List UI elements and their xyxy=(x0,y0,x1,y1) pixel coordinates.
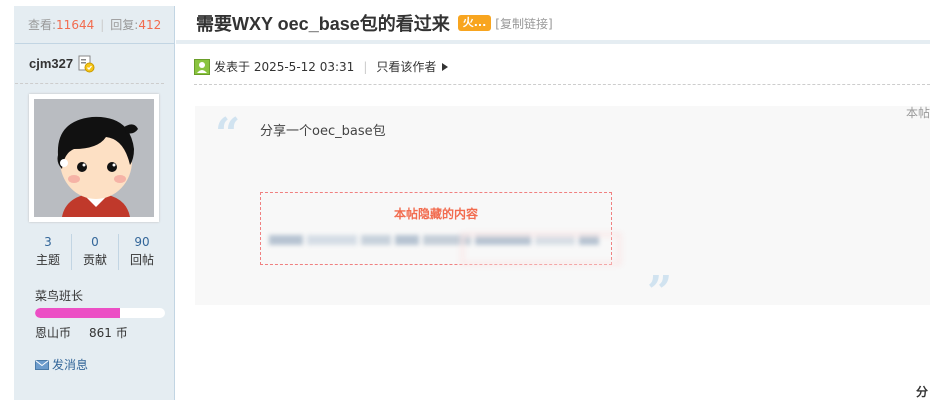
stat-value: 3 xyxy=(44,235,52,249)
stat-label: 回帖 xyxy=(129,253,154,267)
coin-value: 861 币 xyxy=(89,326,128,340)
views-count: 11644 xyxy=(56,17,95,32)
replies-label: 回复: xyxy=(110,18,139,32)
post-meta: 发表于 2025-5-12 03:31 | 只看该作者 xyxy=(194,58,449,75)
post-column: 需要WXY oec_base包的看过来 火... [复制链接] 发表于 2025… xyxy=(176,6,930,400)
stat-replies[interactable]: 90 回帖 xyxy=(118,234,165,270)
rank-progress-fill xyxy=(35,308,120,318)
username-link[interactable]: cjm327 xyxy=(29,56,73,71)
post-timestamp: 发表于 2025-5-12 03:31 xyxy=(214,60,355,74)
verified-badge-icon[interactable] xyxy=(77,55,95,73)
send-message-label: 发消息 xyxy=(52,358,89,372)
post-text: 分享一个oec_base包 xyxy=(260,124,386,139)
thread-title-row: 需要WXY oec_base包的看过来 火... [复制链接] xyxy=(176,6,930,44)
stat-value: 90 xyxy=(134,235,150,249)
rank-progress-bar xyxy=(35,308,165,318)
user-stat-grid: 3 主题 0 贡献 90 回帖 xyxy=(25,234,165,270)
stat-label: 主题 xyxy=(35,253,60,267)
share-label[interactable]: 分 xyxy=(916,383,928,400)
blurred-highlight xyxy=(461,233,621,265)
stats-divider: | xyxy=(100,17,105,32)
open-quote-icon: “ xyxy=(215,109,241,160)
coin-label: 恩山币 xyxy=(35,326,72,340)
caret-right-icon xyxy=(442,62,449,71)
meta-separator-line xyxy=(194,84,930,85)
views-label: 查看: xyxy=(28,18,57,32)
user-sidebar: 查看: 11644 | 回复: 412 cjm327 3 主题 0 贡献 90 … xyxy=(14,6,175,400)
close-quote-icon: ” xyxy=(647,267,673,318)
stat-value: 0 xyxy=(91,235,99,249)
online-status-icon xyxy=(194,58,210,75)
side-note: 本帖 xyxy=(905,106,930,120)
thread-title[interactable]: 需要WXY oec_base包的看过来 xyxy=(196,10,450,36)
hidden-content-title: 本帖隐藏的内容 xyxy=(393,207,478,221)
rank-title[interactable]: 菜鸟班长 xyxy=(35,287,83,304)
mail-icon xyxy=(35,359,49,370)
stat-label: 贡献 xyxy=(82,253,107,267)
only-author-link[interactable]: 只看该作者 xyxy=(376,58,436,75)
meta-divider: | xyxy=(363,59,368,74)
post-content: “ 分享一个oec_base包 本帖 本帖隐藏的内容 ” xyxy=(195,106,930,318)
stat-contribution[interactable]: 0 贡献 xyxy=(71,234,118,270)
username-row: cjm327 xyxy=(15,44,164,84)
avatar[interactable] xyxy=(29,94,159,222)
avatar-image xyxy=(34,99,154,217)
replies-count: 412 xyxy=(138,17,162,32)
send-message-link[interactable]: 发消息 xyxy=(35,356,88,373)
hidden-content-box: 本帖隐藏的内容 xyxy=(260,192,621,265)
hot-badge: 火... xyxy=(457,15,492,31)
copy-link-button[interactable]: [复制链接] xyxy=(495,15,552,32)
stat-threads[interactable]: 3 主题 xyxy=(25,234,71,270)
coin-info: 恩山币 861 币 xyxy=(35,324,128,341)
thread-stats: 查看: 11644 | 回复: 412 xyxy=(15,6,174,44)
